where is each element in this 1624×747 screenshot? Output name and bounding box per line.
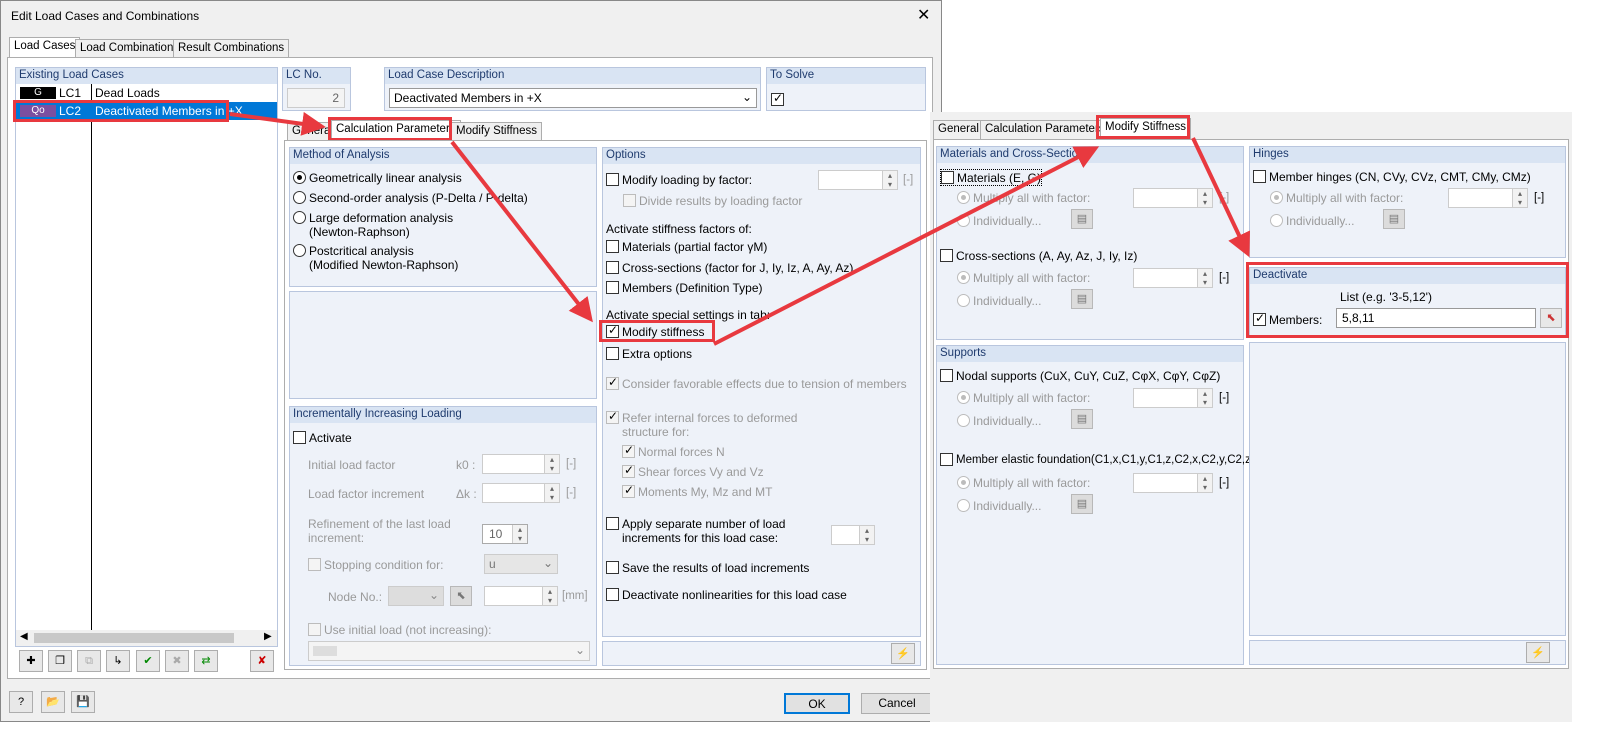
annotation-arrows (229, 111, 1251, 346)
arrow-tab-to-deactivate (1191, 137, 1251, 258)
arrow-checkbox-to-stiffness-tab (713, 146, 1100, 346)
arrow-tab-to-checkbox (450, 140, 593, 323)
arrow-lc2-to-tab (229, 111, 326, 136)
